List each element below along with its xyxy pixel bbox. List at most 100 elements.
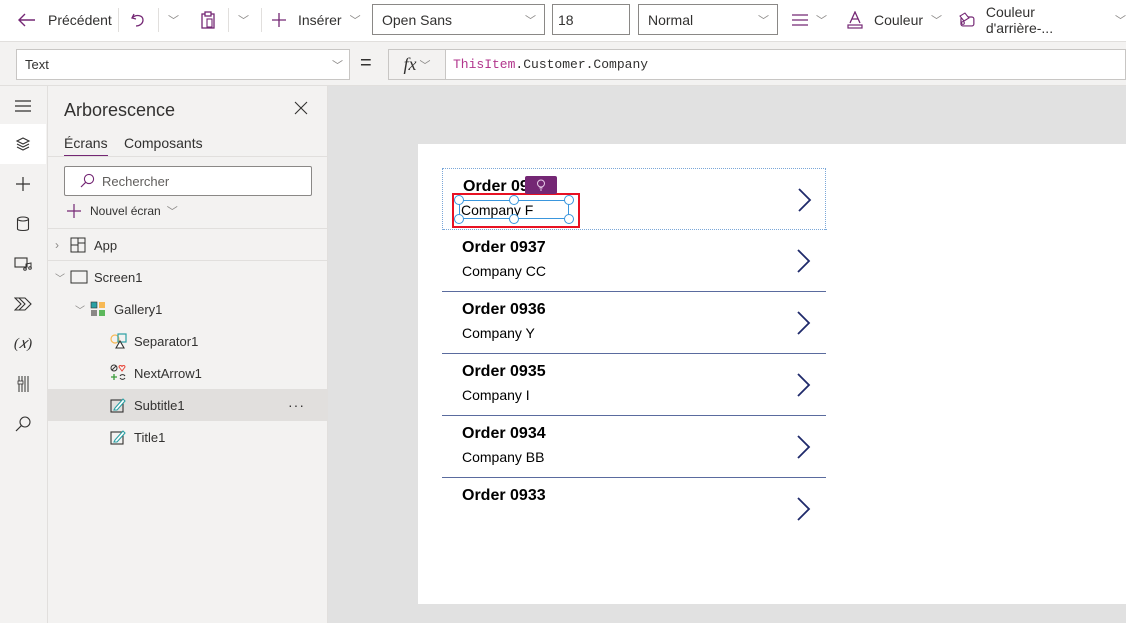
search-placeholder: Rechercher	[102, 173, 170, 189]
back-button[interactable]: Précédent	[18, 0, 112, 40]
next-arrow-icon[interactable]	[794, 372, 814, 398]
equals-sign: =	[360, 52, 372, 74]
media-icon[interactable]	[0, 244, 46, 284]
chevron-down-icon: ﹀	[758, 14, 769, 27]
tree-item-label: NextArrow1	[134, 365, 202, 381]
search-icon[interactable]	[0, 404, 46, 444]
label-icon	[110, 430, 126, 445]
background-color-button[interactable]: Couleur d'arrière-... ﹀	[958, 0, 1126, 40]
formula-rest: .Customer.Company	[515, 57, 649, 72]
new-screen-button[interactable]: Nouvel écran ﹀	[66, 203, 178, 219]
lightbulb-icon	[537, 179, 545, 191]
tree-item-separator1[interactable]: Separator1	[48, 325, 328, 357]
icons-icon	[110, 364, 126, 380]
gallery-row-subtitle[interactable]: Company I	[462, 387, 530, 403]
tab-screens[interactable]: Écrans	[64, 135, 108, 157]
gallery-row-title[interactable]: Order 0933	[462, 487, 546, 505]
plus-icon[interactable]	[0, 164, 46, 204]
gallery-row[interactable]: Order 09 Company F	[442, 168, 827, 230]
label-icon	[110, 398, 126, 413]
layers-icon[interactable]	[0, 124, 46, 164]
gallery-row-title[interactable]: Order 0936	[462, 301, 546, 319]
tree-item-label: App	[94, 237, 118, 253]
chevron-down-icon: ﹀	[931, 15, 943, 27]
color-button[interactable]: Couleur ﹀	[847, 0, 942, 40]
chevron-down-icon: ﹀	[166, 206, 178, 218]
command-bar: Précédent ﹀ ﹀ Insérer ﹀ Open Sans ﹀ 18 N…	[0, 0, 1126, 42]
ideas-button[interactable]	[525, 176, 557, 194]
gallery-row-title[interactable]: Order 0934	[462, 425, 546, 443]
next-arrow-icon[interactable]	[795, 187, 815, 213]
variables-icon[interactable]: (𝑥)	[0, 324, 46, 364]
hamburger-icon[interactable]	[0, 86, 46, 126]
tree-item-nextarrow1[interactable]: NextArrow1	[48, 357, 328, 389]
chevron-down-icon: ﹀	[75, 305, 85, 317]
gallery-row[interactable]: Order 0933	[442, 478, 826, 522]
resize-handle[interactable]	[509, 214, 519, 224]
next-arrow-icon[interactable]	[794, 248, 814, 274]
tree-item-title1[interactable]: Title1	[48, 421, 328, 453]
font-size-input[interactable]: 18	[552, 4, 630, 35]
power-automate-icon[interactable]	[0, 284, 46, 324]
divider	[158, 8, 159, 32]
resize-handle[interactable]	[454, 214, 464, 224]
app-screen[interactable]: Order 09 Company F Order 0937 Company CC Ord…	[418, 144, 1126, 604]
chevron-down-icon: ﹀	[349, 15, 361, 27]
chevron-down-icon: ﹀	[55, 273, 65, 285]
paste-button[interactable]	[200, 0, 216, 40]
next-arrow-icon[interactable]	[794, 434, 814, 460]
undo-dropdown[interactable]: ﹀	[168, 0, 179, 40]
chevron-right-icon: ›	[55, 238, 59, 252]
gallery-row-subtitle[interactable]: Company Y	[462, 325, 535, 341]
gallery-row[interactable]: Order 0937 Company CC	[442, 230, 826, 292]
undo-button[interactable]	[130, 0, 146, 40]
gallery-row-subtitle[interactable]: Company CC	[462, 263, 546, 279]
paste-dropdown[interactable]: ﹀	[238, 0, 249, 40]
tree-item-subtitle1[interactable]: Subtitle1 ···	[48, 389, 328, 421]
gallery-row-title[interactable]: Order 0937	[462, 239, 546, 257]
divider	[261, 8, 262, 32]
gallery-row-subtitle[interactable]: Company BB	[462, 449, 544, 465]
chevron-down-icon: ﹀	[816, 15, 827, 27]
next-arrow-icon[interactable]	[794, 310, 814, 336]
app-icon	[70, 237, 86, 253]
gallery-row[interactable]: Order 0936 Company Y	[442, 292, 826, 354]
tree-item-label: Gallery1	[114, 301, 163, 317]
chevron-down-icon: ﹀	[168, 15, 179, 27]
formula-input[interactable]: ThisItem .Customer.Company	[446, 49, 1126, 80]
next-arrow-icon[interactable]	[794, 496, 814, 522]
undo-icon	[131, 13, 144, 27]
database-icon[interactable]	[0, 204, 46, 244]
font-color-icon	[847, 11, 863, 29]
resize-handle[interactable]	[509, 195, 519, 205]
gallery-row[interactable]: Order 0934 Company BB	[442, 416, 826, 478]
tree-item-gallery1[interactable]: ﹀ Gallery1	[48, 293, 328, 325]
fx-button[interactable]: fx ﹀	[388, 49, 446, 80]
gallery[interactable]: Order 09 Company F Order 0937 Company CC Ord…	[418, 144, 838, 604]
gallery-row-title[interactable]: Order 0935	[462, 363, 546, 381]
property-select[interactable]: Text ﹀	[16, 49, 350, 80]
gallery-row[interactable]: Order 0935 Company I	[442, 354, 826, 416]
tab-components[interactable]: Composants	[124, 135, 203, 151]
clipboard-icon	[201, 11, 215, 29]
close-icon[interactable]	[294, 101, 308, 120]
font-family-select[interactable]: Open Sans ﹀	[372, 4, 545, 35]
chevron-down-icon: ﹀	[525, 14, 536, 27]
divider	[118, 8, 119, 32]
align-button[interactable]: ﹀	[792, 0, 827, 40]
resize-handle[interactable]	[454, 195, 464, 205]
panel-title: Arborescence	[64, 100, 176, 120]
search-input[interactable]: Rechercher	[64, 166, 312, 196]
tools-icon[interactable]	[0, 364, 46, 404]
background-color-label: Couleur d'arrière-...	[985, 4, 1054, 36]
resize-handle[interactable]	[564, 214, 574, 224]
more-options-icon[interactable]: ···	[288, 397, 305, 413]
arrow-left-icon	[18, 13, 35, 27]
insert-button[interactable]: Insérer ﹀	[271, 0, 361, 40]
tree-item-app[interactable]: › App	[48, 229, 328, 261]
fx-icon: fx	[403, 54, 417, 74]
tree-item-screen1[interactable]: ﹀ Screen1	[48, 261, 328, 293]
font-weight-select[interactable]: Normal ﹀	[638, 4, 778, 35]
chevron-down-icon: ﹀	[419, 59, 431, 72]
resize-handle[interactable]	[564, 195, 574, 205]
